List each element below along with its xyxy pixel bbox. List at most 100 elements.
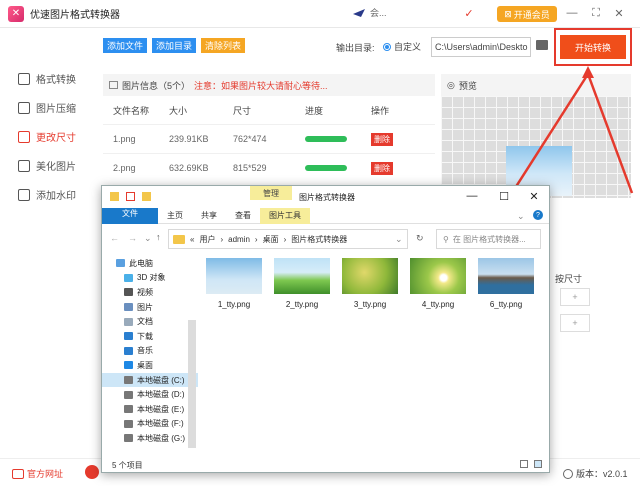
column-header: 进度 — [305, 105, 324, 116]
tab-home[interactable]: 主页 — [158, 208, 192, 224]
ribbon-expand-icon[interactable]: ⌄ — [517, 211, 525, 222]
address-dropdown-icon[interactable]: ⌄ — [395, 234, 403, 245]
refresh-icon[interactable]: ↻ — [416, 233, 424, 244]
table-row[interactable]: 1.png 239.91KB 762*474 删除 — [103, 124, 435, 153]
drive-icon — [124, 419, 133, 428]
support-icon[interactable] — [85, 465, 99, 479]
column-header: 大小 — [169, 105, 188, 116]
clear-list-button[interactable]: 清除列表 — [201, 38, 246, 53]
image-thumbnail — [410, 258, 466, 294]
search-placeholder: 在 图片格式转换器... — [452, 234, 526, 244]
sidebar-item-label: 更改尺寸 — [36, 133, 76, 144]
website-icon — [12, 468, 24, 479]
tree-item-label: 音乐 — [137, 346, 153, 356]
breadcrumb-current[interactable]: 图片格式转换器 — [291, 234, 347, 245]
back-icon[interactable]: ← — [110, 233, 119, 243]
tree-item-drive-f[interactable]: 本地磁盘 (F:) — [102, 417, 198, 432]
tree-item-videos[interactable]: 视频 — [102, 285, 198, 300]
sidebar-item-watermark[interactable]: 添加水印 — [0, 180, 96, 209]
breadcrumb-overflow[interactable]: « — [190, 235, 194, 244]
explorer-maximize-icon[interactable]: ☐ — [496, 190, 512, 203]
tree-item-downloads[interactable]: 下载 — [102, 329, 198, 344]
delete-button[interactable]: 删除 — [371, 161, 393, 175]
output-path-input[interactable]: C:\Users\admin\Deskto — [431, 37, 531, 57]
delete-button[interactable]: 删除 — [371, 132, 393, 146]
tree-item-pictures[interactable]: 图片 — [102, 300, 198, 315]
help-icon[interactable]: ? — [533, 210, 543, 220]
column-header: 文件名称 — [113, 105, 150, 116]
column-header: 操作 — [371, 105, 390, 116]
manage-tab[interactable]: 管理 — [250, 186, 292, 200]
minimize-icon[interactable]: — — [565, 6, 579, 20]
add-file-button[interactable]: 添加文件 — [103, 38, 148, 53]
sidebar-item-resize[interactable]: 更改尺寸 — [0, 122, 96, 151]
start-convert-button[interactable]: 开始转换 — [560, 35, 626, 59]
drive-icon — [124, 376, 133, 385]
breadcrumb-desktop[interactable]: 桌面 — [263, 234, 279, 245]
tab-picture-tools[interactable]: 图片工具 — [260, 207, 310, 224]
height-stepper[interactable]: + — [560, 314, 590, 332]
radio-label: 自定义 — [394, 42, 422, 52]
tab-share[interactable]: 共享 — [192, 208, 226, 224]
sidebar-item-compress[interactable]: 图片压缩 — [0, 93, 96, 122]
column-header: 尺寸 — [233, 105, 252, 116]
folder-icon[interactable] — [536, 40, 548, 50]
width-stepper[interactable]: + — [560, 288, 590, 306]
beautify-icon — [18, 159, 30, 172]
sidebar-item-format-convert[interactable]: 格式转换 — [0, 64, 96, 93]
properties-icon[interactable] — [126, 192, 135, 201]
fullscreen-icon[interactable]: ⛶ — [589, 6, 603, 20]
tree-item-documents[interactable]: 文档 — [102, 314, 198, 329]
navigation-bar: ← → ⌄ ↑ « 用户 › admin › 桌面 › 图片格式转换器 ⌄ ↻ … — [102, 226, 549, 252]
breadcrumb-admin[interactable]: admin — [228, 235, 250, 244]
website-link[interactable]: 官方网址 — [12, 467, 63, 480]
desktop-icon — [124, 361, 133, 370]
image-thumbnail — [478, 258, 534, 294]
add-directory-button[interactable]: 添加目录 — [152, 38, 197, 53]
tree-item-drive-c[interactable]: 本地磁盘 (C:) — [102, 372, 198, 388]
tree-item-drive-g[interactable]: 本地磁盘 (G:) — [102, 431, 198, 446]
tree-item-this-pc[interactable]: 此电脑 — [102, 256, 198, 271]
breadcrumb-users[interactable]: 用户 — [199, 234, 215, 245]
table-row[interactable]: 2.png 632.69KB 815*529 删除 — [103, 153, 435, 182]
documents-icon — [124, 317, 133, 326]
tree-item-music[interactable]: 音乐 — [102, 344, 198, 359]
new-folder-icon[interactable] — [142, 192, 151, 201]
folder-icon — [110, 192, 119, 201]
close-icon[interactable]: ✕ — [612, 6, 626, 20]
large-icons-view-icon[interactable] — [534, 460, 542, 468]
explorer-close-icon[interactable]: ✕ — [526, 190, 542, 203]
pictures-icon — [124, 303, 133, 312]
file-item-name: 1_tty.png — [217, 300, 251, 309]
tree-item-label: 桌面 — [137, 360, 153, 370]
file-item[interactable]: 3_tty.png — [342, 258, 398, 309]
vip-button[interactable]: ⊠ 开通会员 — [497, 6, 557, 22]
explorer-minimize-icon[interactable]: — — [464, 190, 480, 202]
custom-output-radio[interactable]: 自定义 — [383, 40, 421, 53]
recent-icon[interactable]: ⌄ — [144, 233, 152, 244]
file-item[interactable]: 4_tty.png — [410, 258, 466, 309]
preview-header: ◎ 预览 — [441, 74, 631, 96]
forward-icon[interactable]: → — [128, 233, 137, 243]
preview-title: 预览 — [458, 80, 477, 91]
tree-item-drive-e[interactable]: 本地磁盘 (E:) — [102, 402, 198, 417]
tree-scrollbar[interactable] — [188, 320, 196, 448]
tab-file[interactable]: 文件 — [102, 207, 158, 224]
start-button-highlight: 开始转换 — [554, 28, 632, 66]
tree-item-label: 下载 — [137, 331, 153, 341]
tree-item-desktop[interactable]: 桌面 — [102, 358, 198, 373]
file-item[interactable]: 2_tty.png — [274, 258, 330, 309]
file-item[interactable]: 6_tty.png — [478, 258, 534, 309]
tree-item-drive-d[interactable]: 本地磁盘 (D:) — [102, 387, 198, 402]
search-input[interactable]: ⚲ 在 图片格式转换器... — [436, 229, 541, 249]
file-item-name: 6_tty.png — [489, 300, 523, 309]
sidebar-item-beautify[interactable]: 美化图片 — [0, 151, 96, 180]
up-icon[interactable]: ↑ — [156, 232, 161, 242]
file-item[interactable]: 1_tty.png — [206, 258, 262, 309]
pin-icon[interactable]: ✓ — [462, 6, 476, 20]
address-bar[interactable]: « 用户 › admin › 桌面 › 图片格式转换器 — [168, 229, 408, 249]
tab-view[interactable]: 查看 — [226, 208, 260, 224]
user-account[interactable]: 会... — [352, 6, 387, 19]
tree-item-3d-objects[interactable]: 3D 对象 — [102, 271, 198, 286]
details-view-icon[interactable] — [520, 460, 528, 468]
